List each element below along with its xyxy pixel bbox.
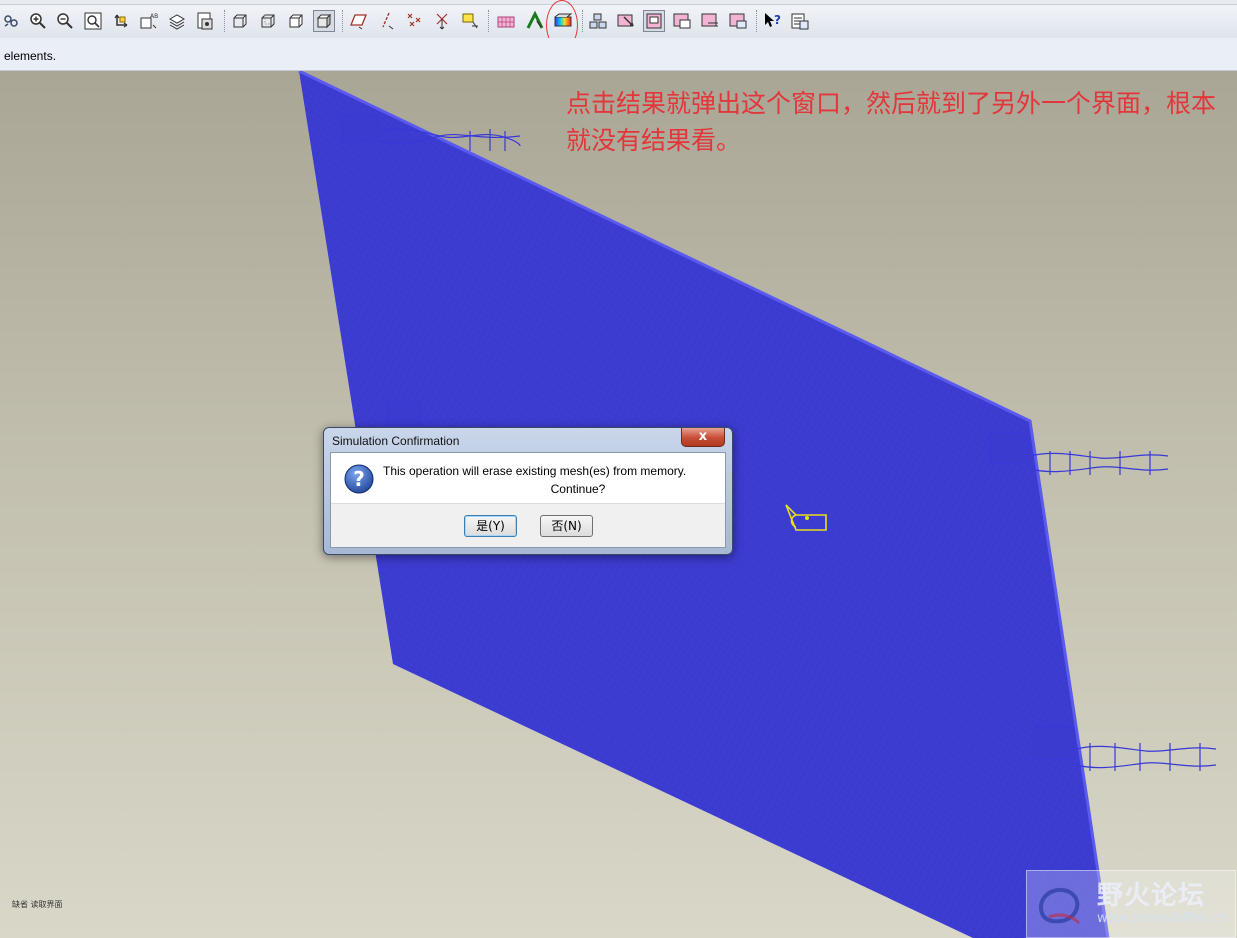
repaint-icon[interactable] xyxy=(0,10,22,32)
toolbar-separator xyxy=(582,10,584,32)
zoom-out-icon[interactable] xyxy=(54,10,76,32)
mesh-edges-icon[interactable] xyxy=(699,10,721,32)
help-context-icon[interactable]: ? xyxy=(761,10,783,32)
watermark-title: 野火论坛 xyxy=(1097,881,1206,911)
datum-axis-icon[interactable] xyxy=(376,10,398,32)
mesh-nodes-icon[interactable] xyxy=(727,10,749,32)
toolbar-separator xyxy=(756,10,758,32)
dialog-message: This operation will erase existing mesh(… xyxy=(383,464,687,478)
reorient-icon[interactable] xyxy=(110,10,132,32)
hidden-line-icon[interactable] xyxy=(257,10,279,32)
analysis-run-icon[interactable] xyxy=(524,10,546,32)
no-hidden-icon[interactable] xyxy=(285,10,307,32)
constraint-symbol xyxy=(387,402,421,426)
dialog-message-continue: Continue? xyxy=(550,482,606,496)
toolbar: AB ? xyxy=(0,0,1237,50)
dialog-title: Simulation Confirmation xyxy=(332,434,460,448)
mesh-display-icon[interactable] xyxy=(495,10,517,32)
datum-plane-icon[interactable] xyxy=(348,10,370,32)
simulation-confirmation-dialog: Simulation Confirmation x ? This operati… xyxy=(323,427,733,555)
toolbar-separator xyxy=(342,10,344,32)
forum-logo-icon xyxy=(1038,887,1081,925)
zoom-in-icon[interactable] xyxy=(27,10,49,32)
svg-text:AB: AB xyxy=(150,13,158,20)
forum-watermark: 野火论坛 www.proewildfire.cn xyxy=(1026,870,1236,938)
annotation-note: 点击结果就弹出这个窗口，然后就到了另外一个界面，根本就没有结果看。 xyxy=(566,89,1217,155)
yes-button[interactable]: 是(Y) xyxy=(464,515,517,537)
menu-strip-edge xyxy=(0,0,1237,5)
annotation-display-icon[interactable] xyxy=(460,10,482,32)
model-display-icon[interactable] xyxy=(194,10,216,32)
coordinate-system-icon[interactable] xyxy=(432,10,454,32)
message-area: elements. xyxy=(0,38,1237,71)
corner-label: 缺省 读取界面 xyxy=(12,900,63,909)
watermark-url: www.proewildfire.cn xyxy=(1097,911,1228,926)
shading-icon[interactable] xyxy=(313,10,335,32)
toolbar-separator xyxy=(488,10,490,32)
toolbar-separator xyxy=(224,10,226,32)
mesh-elements-icon[interactable] xyxy=(671,10,693,32)
dialog-body: ? This operation will erase existing mes… xyxy=(330,452,726,548)
refit-icon[interactable] xyxy=(82,10,104,32)
load-display-icon[interactable] xyxy=(615,10,637,32)
simulation-display-icon[interactable] xyxy=(587,10,609,32)
svg-text:?: ? xyxy=(774,13,781,27)
message-text: elements. xyxy=(4,49,57,63)
constraint-display-icon[interactable] xyxy=(643,10,665,32)
no-button[interactable]: 否(N) xyxy=(540,515,593,537)
dialog-message-area: ? This operation will erase existing mes… xyxy=(331,453,725,504)
wireframe-icon[interactable] xyxy=(229,10,251,32)
layers-icon[interactable] xyxy=(166,10,188,32)
datum-point-icon[interactable] xyxy=(404,10,426,32)
close-button[interactable]: x xyxy=(681,428,725,447)
info-icon[interactable] xyxy=(789,10,811,32)
saved-view-icon[interactable]: AB xyxy=(138,10,160,32)
